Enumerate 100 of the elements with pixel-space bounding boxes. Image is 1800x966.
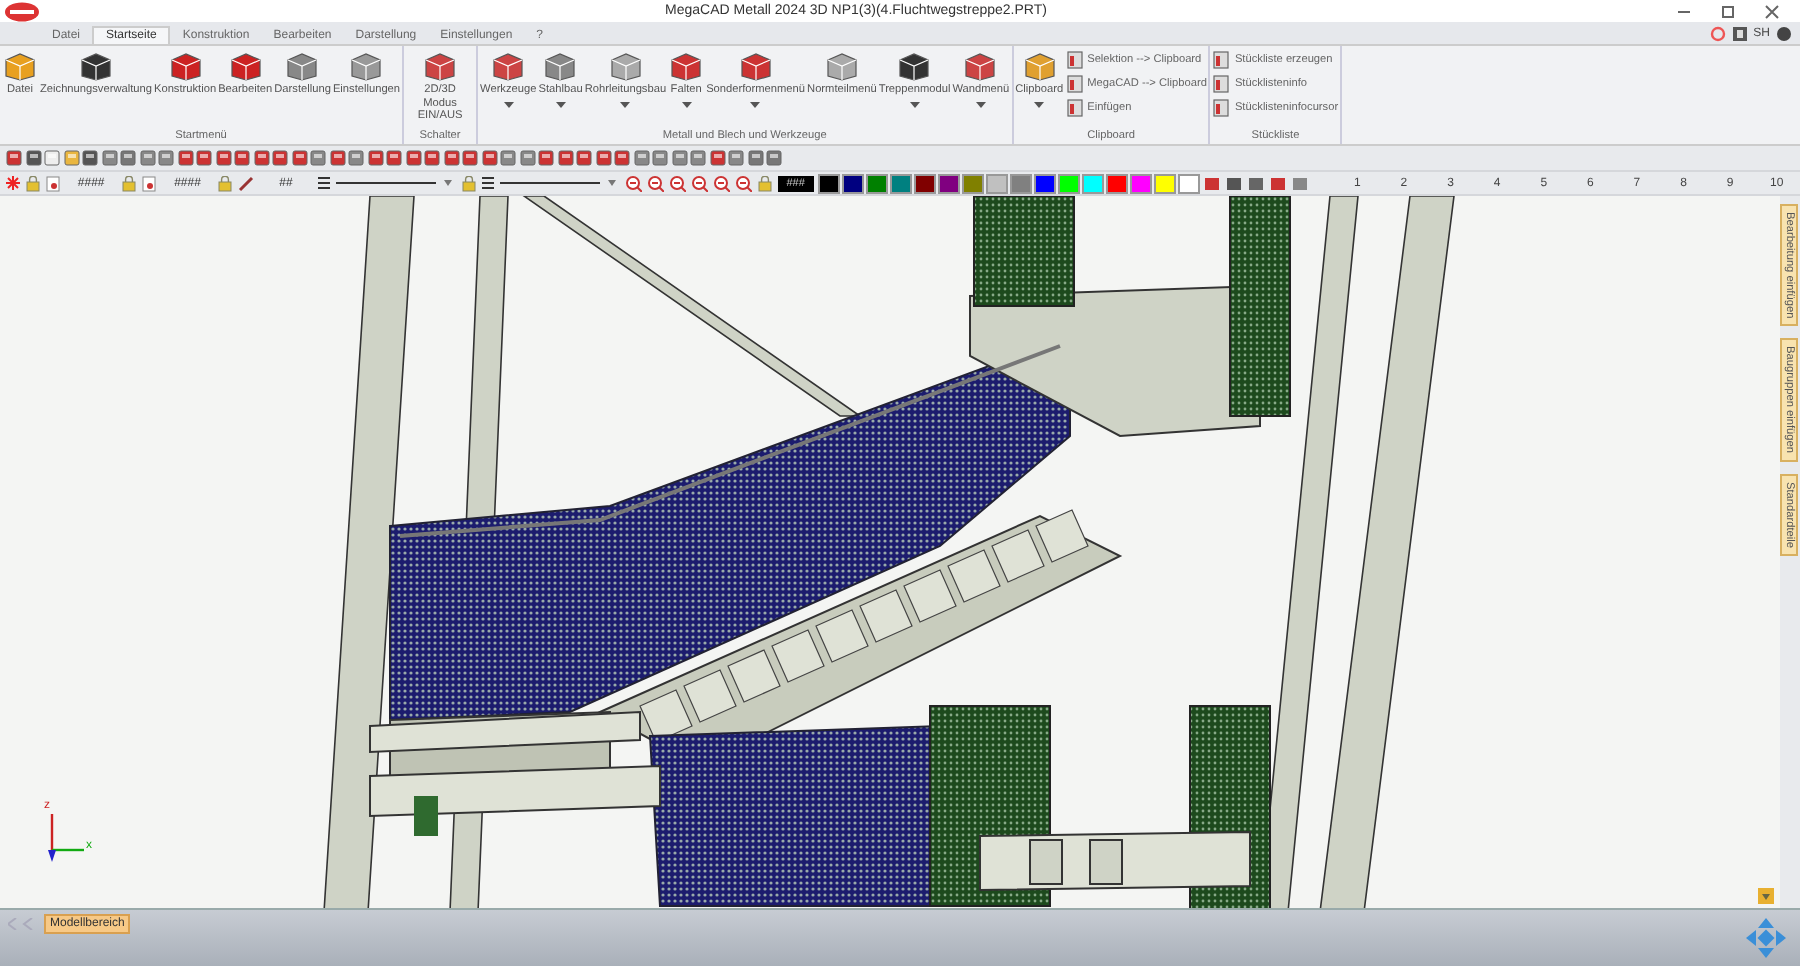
tool-icon xyxy=(253,150,269,166)
tool-icon xyxy=(215,150,231,166)
color-swatch[interactable] xyxy=(844,175,863,191)
block-icon xyxy=(348,50,385,82)
tool-icon xyxy=(101,150,117,166)
block-icon xyxy=(668,50,705,82)
line-style-icon xyxy=(481,176,494,190)
tool-icon xyxy=(63,150,79,166)
tool-icon xyxy=(500,150,516,166)
color-swatch[interactable] xyxy=(868,175,887,191)
tool-icon xyxy=(329,150,345,166)
zoom-icon xyxy=(647,175,664,191)
lock-icon xyxy=(461,175,476,191)
color-swatch[interactable] xyxy=(964,175,983,191)
color-swatch[interactable] xyxy=(1156,175,1175,191)
tool-icon xyxy=(405,150,421,166)
tool-icon xyxy=(386,150,402,166)
block-icon xyxy=(77,50,114,82)
color-swatch[interactable] xyxy=(1132,175,1151,191)
close-button[interactable] xyxy=(1760,3,1784,19)
list-icon xyxy=(1065,50,1084,70)
block-icon xyxy=(422,50,459,82)
tool-icon xyxy=(709,150,725,166)
restore-icon xyxy=(1720,3,1736,19)
color-swatch[interactable] xyxy=(1084,175,1103,191)
tool-icon xyxy=(557,150,573,166)
document-icon xyxy=(142,175,157,191)
tool-icon xyxy=(6,150,22,166)
color-swatch[interactable] xyxy=(940,175,959,191)
tool-icon xyxy=(462,150,478,166)
tool-icon xyxy=(443,150,459,166)
tool-icon xyxy=(310,150,326,166)
tool-icon xyxy=(291,150,307,166)
list-icon xyxy=(1212,98,1231,118)
block-icon xyxy=(823,50,860,82)
list-icon xyxy=(1065,98,1084,118)
document-icon xyxy=(46,175,60,191)
close-icon xyxy=(1764,3,1780,19)
lock-icon xyxy=(757,175,772,191)
lock-icon xyxy=(26,175,40,191)
tool-icon xyxy=(481,150,497,166)
navigation-arrows-icon xyxy=(1744,916,1788,960)
tool-icon xyxy=(614,150,630,166)
tool-icon xyxy=(196,150,212,166)
tool-icon xyxy=(519,150,535,166)
tool-icon xyxy=(158,150,174,166)
line-width-dropdown-icon xyxy=(335,176,456,190)
tool-icon xyxy=(82,150,98,166)
tool-icon xyxy=(139,150,155,166)
zoom-icon xyxy=(625,175,642,191)
list-icon xyxy=(1212,74,1231,94)
list-icon xyxy=(1065,74,1084,94)
color-swatch[interactable] xyxy=(820,175,839,191)
nav-arrows-icon xyxy=(8,918,36,930)
tool-icon xyxy=(633,150,649,166)
zoom-icon xyxy=(691,175,708,191)
color-swatch[interactable] xyxy=(916,175,935,191)
lock-icon xyxy=(122,175,137,191)
tool-icon xyxy=(747,150,763,166)
color-swatch[interactable] xyxy=(1036,175,1055,191)
tool-icon xyxy=(690,150,706,166)
restore-button[interactable] xyxy=(1716,3,1740,19)
scroll-down-icon xyxy=(1758,888,1774,904)
block-icon xyxy=(2,50,38,82)
tool-icon xyxy=(671,150,687,166)
color-swatch[interactable] xyxy=(1012,175,1031,191)
tool-icon xyxy=(728,150,744,166)
block-icon xyxy=(1021,50,1058,82)
color-swatch[interactable] xyxy=(1060,175,1079,191)
zoom-icon xyxy=(735,175,752,191)
color-swatch[interactable] xyxy=(1108,175,1127,191)
block-icon xyxy=(896,50,933,82)
user-icon xyxy=(1731,25,1748,41)
tool-icon xyxy=(652,150,668,166)
block-icon xyxy=(542,50,579,82)
tool-icon xyxy=(177,150,193,166)
line-style-icon xyxy=(317,176,330,190)
block-icon xyxy=(167,50,204,82)
block-icon xyxy=(227,50,264,82)
block-icon xyxy=(962,50,999,82)
tool-icon xyxy=(766,150,782,166)
tool-icon xyxy=(25,150,41,166)
tool-icon xyxy=(595,150,611,166)
color-swatch[interactable] xyxy=(1180,175,1199,191)
tool-icon xyxy=(367,150,383,166)
tool-icon xyxy=(234,150,250,166)
block-icon xyxy=(284,50,321,82)
tool-icon xyxy=(120,150,136,166)
tool-icon xyxy=(424,150,440,166)
tool-icon xyxy=(272,150,288,166)
star-icon xyxy=(6,176,20,190)
tool-icon xyxy=(538,150,554,166)
zoom-icon xyxy=(669,175,686,191)
block-icon xyxy=(490,50,527,82)
line-width-dropdown-icon xyxy=(499,176,620,190)
lock-icon xyxy=(218,175,233,191)
zoom-icon xyxy=(713,175,730,191)
color-swatch[interactable] xyxy=(892,175,911,191)
color-swatch[interactable] xyxy=(988,175,1007,191)
axis-icon xyxy=(48,814,84,862)
